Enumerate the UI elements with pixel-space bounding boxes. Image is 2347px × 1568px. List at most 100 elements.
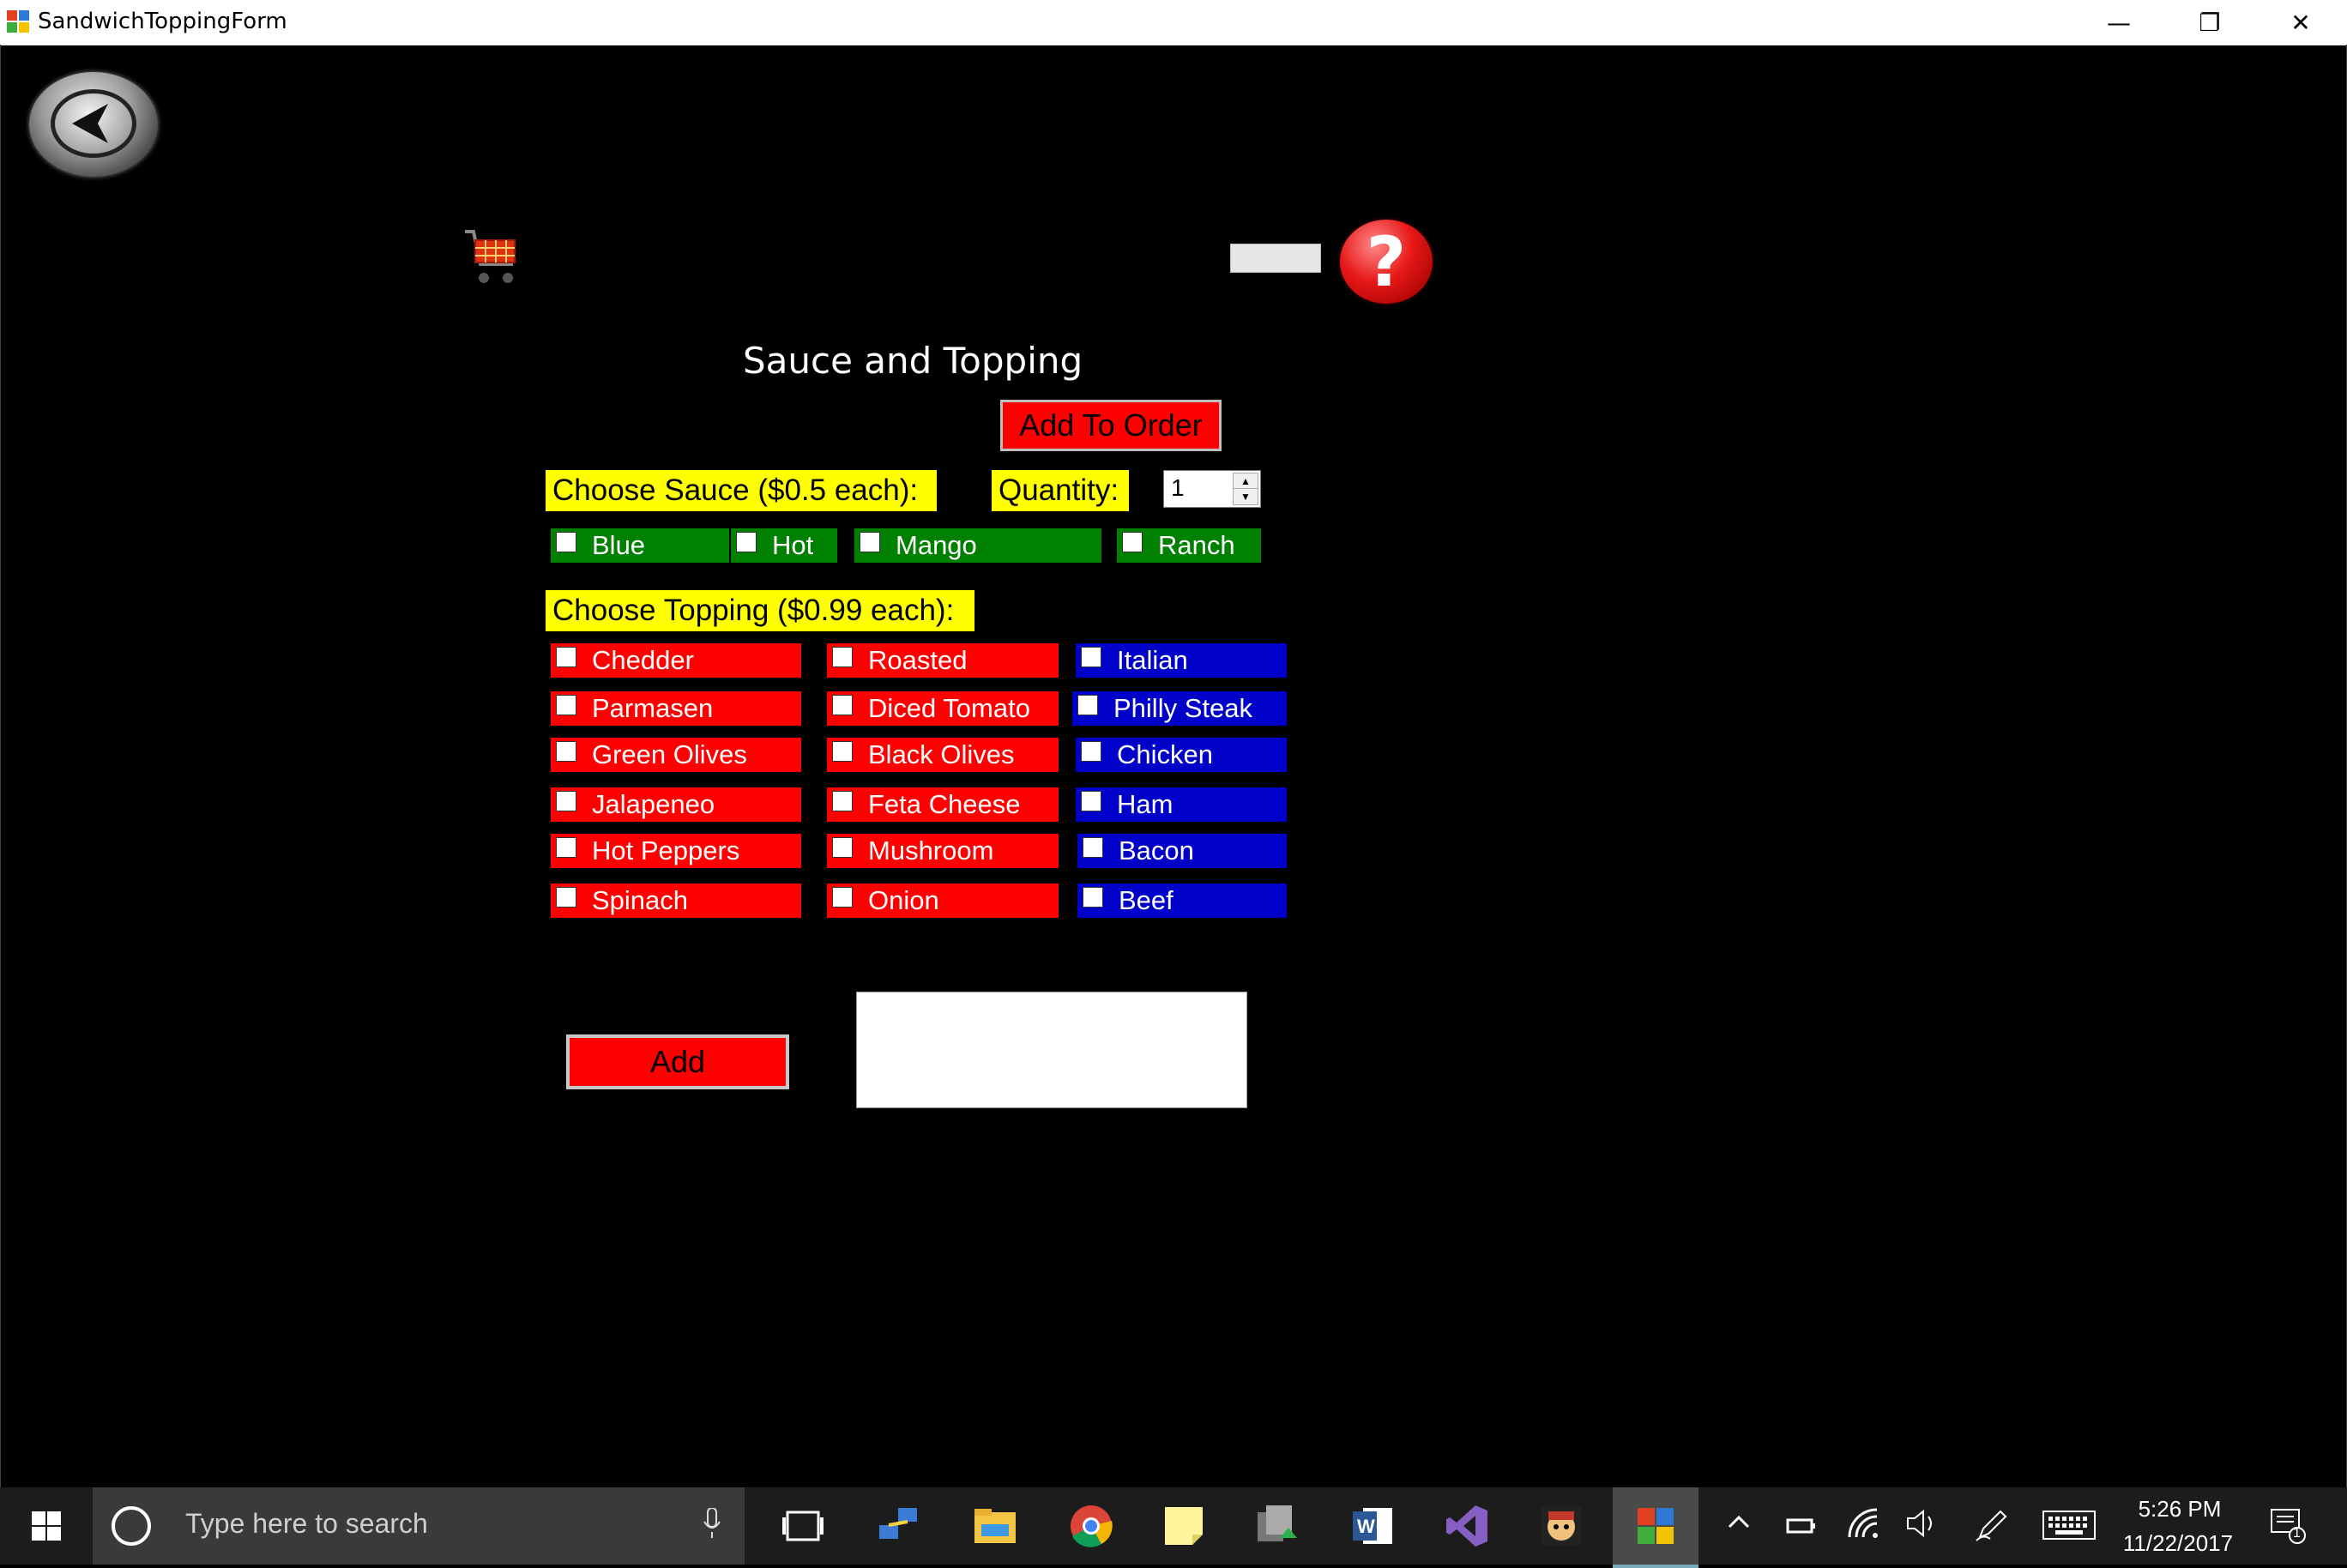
checkbox-label: Mango	[896, 530, 977, 560]
sticky-notes-icon[interactable]	[1143, 1487, 1225, 1565]
topping-checkbox-bacon[interactable]: Bacon	[1077, 834, 1287, 868]
quantity-down-icon[interactable]: ▼	[1233, 488, 1258, 505]
game-app-icon[interactable]	[1520, 1487, 1602, 1565]
checkbox-label: Hot Peppers	[592, 835, 740, 865]
close-button[interactable]: ✕	[2254, 0, 2347, 45]
pen-icon[interactable]	[1975, 1508, 2009, 1549]
checkbox-label: Green Olives	[592, 739, 747, 769]
sauce-checkbox-mango[interactable]: Mango	[854, 528, 1101, 563]
checkbox-icon[interactable]	[556, 837, 576, 858]
checkbox-icon[interactable]	[556, 695, 576, 715]
checkbox-label: Parmasen	[592, 693, 714, 723]
quantity-value[interactable]: 1	[1171, 474, 1185, 502]
topping-checkbox-green-olives[interactable]: Green Olives	[551, 738, 801, 772]
svg-text:W: W	[1357, 1516, 1375, 1537]
chevron-up-icon[interactable]	[1726, 1510, 1752, 1542]
cortana-icon[interactable]	[112, 1506, 151, 1546]
network-app-icon[interactable]	[858, 1487, 940, 1565]
checkbox-icon[interactable]	[1122, 532, 1143, 552]
topping-checkbox-parmasen[interactable]: Parmasen	[551, 691, 801, 726]
windows-start-icon[interactable]	[0, 1487, 93, 1565]
topping-checkbox-spinach[interactable]: Spinach	[551, 884, 801, 918]
checkbox-label: Feta Cheese	[868, 789, 1021, 819]
checkbox-icon[interactable]	[832, 791, 853, 811]
checkbox-icon[interactable]	[736, 532, 757, 552]
task-view-icon[interactable]	[762, 1487, 844, 1565]
taskbar: Type here to search W 5:26 PM 11/22/2017…	[0, 1487, 2347, 1568]
help-icon[interactable]: ?	[1340, 220, 1433, 304]
topping-checkbox-onion[interactable]: Onion	[827, 884, 1059, 918]
clock-date[interactable]: 11/22/2017	[2114, 1530, 2242, 1557]
quantity-up-icon[interactable]: ▲	[1233, 473, 1258, 490]
checkbox-label: Blue	[592, 530, 646, 560]
checkbox-label: Bacon	[1119, 835, 1194, 865]
vpn-app-icon[interactable]	[1235, 1487, 1318, 1565]
volume-icon[interactable]	[1906, 1508, 1940, 1546]
checkbox-icon[interactable]	[1081, 791, 1101, 811]
checkbox-label: Onion	[868, 885, 939, 915]
keyboard-icon[interactable]	[2042, 1510, 2097, 1547]
topping-checkbox-philly-steak[interactable]: Philly Steak	[1072, 691, 1287, 726]
quantity-stepper[interactable]: 1 ▲ ▼	[1163, 470, 1261, 508]
microphone-icon[interactable]	[703, 1507, 721, 1539]
sauce-checkbox-ranch[interactable]: Ranch	[1117, 528, 1261, 563]
checkbox-icon[interactable]	[556, 647, 576, 667]
checkbox-icon[interactable]	[556, 887, 576, 908]
add-to-order-button[interactable]: Add To Order	[1000, 400, 1222, 451]
checkbox-icon[interactable]	[556, 532, 576, 552]
search-input[interactable]: Type here to search	[185, 1508, 428, 1540]
back-button[interactable]	[29, 72, 158, 177]
status-box	[1230, 244, 1321, 273]
file-explorer-icon[interactable]	[954, 1487, 1036, 1565]
sauce-checkbox-hot[interactable]: Hot	[731, 528, 837, 563]
chrome-icon[interactable]	[1050, 1487, 1132, 1565]
topping-checkbox-roasted[interactable]: Roasted	[827, 643, 1059, 678]
checkbox-icon[interactable]	[556, 791, 576, 811]
checkbox-icon[interactable]	[556, 741, 576, 762]
checkbox-icon[interactable]	[832, 837, 853, 858]
topping-checkbox-jalapeneo[interactable]: Jalapeneo	[551, 787, 801, 822]
restore-button[interactable]: ❐	[2163, 0, 2256, 45]
clock-time[interactable]: 5:26 PM	[2133, 1496, 2227, 1523]
checkbox-label: Jalapeneo	[592, 789, 715, 819]
checkbox-icon[interactable]	[1083, 887, 1103, 908]
checkbox-icon[interactable]	[1083, 837, 1103, 858]
visual-studio-icon[interactable]	[1426, 1487, 1508, 1565]
checkbox-icon[interactable]	[832, 695, 853, 715]
checkbox-label: Spinach	[592, 885, 689, 915]
topping-checkbox-chicken[interactable]: Chicken	[1076, 738, 1287, 772]
battery-icon[interactable]	[1786, 1511, 1817, 1544]
checkbox-icon[interactable]	[1081, 741, 1101, 762]
checkbox-icon[interactable]	[1077, 695, 1098, 715]
topping-checkbox-feta-cheese[interactable]: Feta Cheese	[827, 787, 1059, 822]
sauce-checkbox-blue[interactable]: Blue	[551, 528, 729, 563]
taskbar-search-box[interactable]: Type here to search	[93, 1487, 745, 1565]
topping-checkbox-italian[interactable]: Italian	[1076, 643, 1287, 678]
checkbox-icon[interactable]	[832, 741, 853, 762]
topping-checkbox-hot-peppers[interactable]: Hot Peppers	[551, 834, 801, 868]
wifi-icon[interactable]	[1848, 1508, 1882, 1546]
checkbox-icon[interactable]	[860, 532, 880, 552]
notification-icon[interactable]: 1	[2268, 1506, 2306, 1551]
window-title: SandwichToppingForm	[38, 9, 287, 34]
cart-icon[interactable]	[463, 225, 520, 290]
checkbox-icon[interactable]	[832, 647, 853, 667]
minimize-button[interactable]: —	[2072, 0, 2165, 45]
topping-checkbox-ham[interactable]: Ham	[1076, 787, 1287, 822]
topping-checkbox-diced-tomato[interactable]: Diced Tomato	[827, 691, 1059, 726]
checkbox-label: Black Olives	[868, 739, 1015, 769]
checkbox-label: Chicken	[1117, 739, 1213, 769]
topping-checkbox-mushroom[interactable]: Mushroom	[827, 834, 1059, 868]
topping-checkbox-beef[interactable]: Beef	[1077, 884, 1287, 918]
topping-checkbox-chedder[interactable]: Chedder	[551, 643, 801, 678]
checkbox-icon[interactable]	[1081, 647, 1101, 667]
sandwich-form-app-icon[interactable]	[1613, 1487, 1698, 1568]
checkbox-icon[interactable]	[832, 887, 853, 908]
topping-checkbox-black-olives[interactable]: Black Olives	[827, 738, 1059, 772]
checkbox-label: Philly Steak	[1113, 693, 1252, 723]
add-button[interactable]: Add	[566, 1034, 789, 1089]
result-textbox[interactable]	[856, 992, 1247, 1108]
checkbox-label: Beef	[1119, 885, 1174, 915]
checkbox-label: Italian	[1117, 645, 1188, 675]
word-icon[interactable]: W	[1331, 1487, 1414, 1565]
